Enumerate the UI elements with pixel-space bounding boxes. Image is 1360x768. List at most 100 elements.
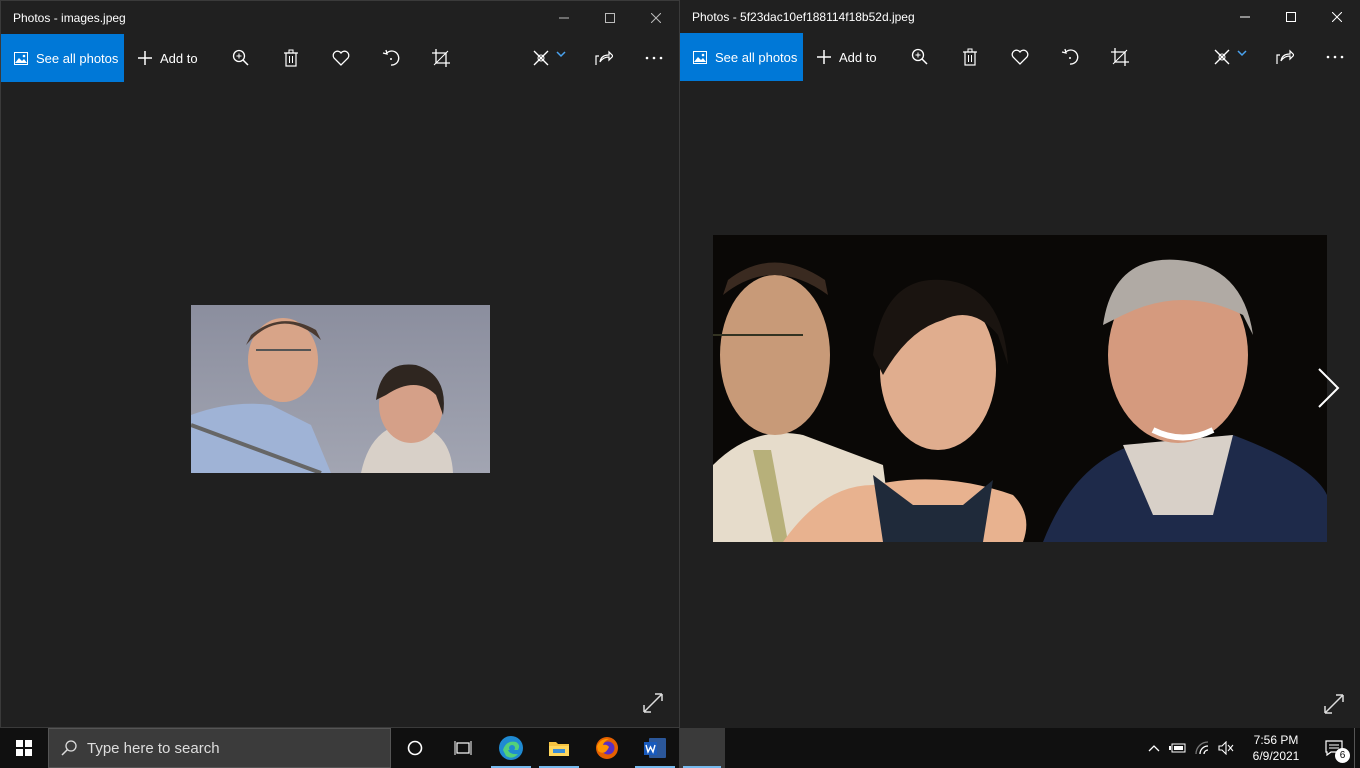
photo-viewer[interactable] [680, 81, 1360, 728]
more-icon [1326, 55, 1344, 59]
taskbar-edge[interactable] [487, 728, 535, 768]
share-button[interactable] [1260, 33, 1310, 81]
taskbar-word[interactable] [631, 728, 679, 768]
taskbar: Type here to search 7:56 PM 6/9/2021 6 [0, 728, 1360, 768]
toolbar: See all photos Add to [1, 34, 679, 82]
zoom-icon [911, 48, 928, 65]
search-icon [61, 740, 77, 756]
chevron-up-icon [1148, 745, 1160, 752]
edit-create-button[interactable] [1200, 33, 1260, 81]
trash-icon [284, 49, 298, 67]
close-button[interactable] [633, 1, 679, 34]
favorite-button[interactable] [995, 33, 1045, 81]
rotate-icon [382, 49, 400, 66]
photos-window-left: Photos - images.jpeg See all photos Add … [0, 0, 680, 728]
word-icon [644, 738, 666, 758]
delete-button[interactable] [945, 33, 995, 81]
volume-muted-icon [1218, 741, 1234, 755]
add-to-label: Add to [160, 50, 198, 66]
taskbar-file-explorer[interactable] [535, 728, 583, 768]
share-icon [595, 50, 613, 65]
see-all-label: See all photos [36, 50, 119, 66]
share-button[interactable] [579, 34, 629, 82]
add-to-label: Add to [839, 49, 877, 65]
photo-image [191, 305, 490, 473]
clock-time: 7:56 PM [1253, 733, 1299, 747]
clock-date: 6/9/2021 [1252, 749, 1300, 763]
photo-image [713, 235, 1327, 542]
window-title: Photos - 5f23dac10ef188114f18b52d.jpeg [692, 9, 915, 24]
cortana-button[interactable] [391, 728, 439, 768]
more-icon [645, 56, 663, 60]
crop-button[interactable] [1095, 33, 1145, 81]
title-bar[interactable]: Photos - 5f23dac10ef188114f18b52d.jpeg [680, 0, 1360, 33]
crop-icon [432, 49, 450, 67]
taskbar-firefox[interactable] [583, 728, 631, 768]
add-to-button[interactable]: Add to [124, 34, 216, 82]
crop-button[interactable] [416, 34, 466, 82]
edit-icon [1214, 49, 1230, 65]
wifi-icon [1195, 741, 1209, 755]
minimize-button[interactable] [541, 1, 587, 34]
edit-icon [533, 50, 549, 66]
heart-icon [332, 50, 350, 66]
plus-icon [817, 50, 831, 64]
start-button[interactable] [0, 728, 48, 768]
windows-logo-icon [16, 740, 32, 756]
see-all-photos-button[interactable]: See all photos [680, 33, 803, 81]
chevron-down-icon [1237, 50, 1247, 57]
window-title: Photos - images.jpeg [13, 10, 126, 25]
action-center-button[interactable]: 6 [1314, 728, 1354, 768]
battery-icon [1169, 743, 1186, 753]
firefox-icon [596, 737, 618, 759]
edge-icon [499, 736, 523, 760]
share-icon [1276, 49, 1294, 64]
folder-icon [549, 742, 569, 756]
cortana-icon [407, 740, 423, 756]
more-options-button[interactable] [1310, 33, 1360, 81]
taskbar-photos[interactable] [679, 728, 725, 768]
system-tray: 7:56 PM 6/9/2021 6 [1142, 728, 1360, 768]
battery-button[interactable] [1166, 728, 1190, 768]
zoom-button[interactable] [895, 33, 945, 81]
delete-button[interactable] [266, 34, 316, 82]
zoom-button[interactable] [216, 34, 266, 82]
volume-button[interactable] [1214, 728, 1238, 768]
maximize-button[interactable] [587, 1, 633, 34]
task-view-button[interactable] [439, 728, 487, 768]
rotate-icon [1061, 48, 1079, 65]
show-desktop-button[interactable] [1354, 728, 1360, 768]
photo-viewer[interactable] [1, 82, 679, 727]
clock[interactable]: 7:56 PM 6/9/2021 [1246, 732, 1306, 764]
photo-icon [14, 51, 28, 65]
search-placeholder: Type here to search [87, 739, 220, 757]
photo-icon [693, 50, 707, 64]
photos-window-right: Photos - 5f23dac10ef188114f18b52d.jpeg S… [680, 0, 1360, 728]
maximize-button[interactable] [1268, 0, 1314, 33]
notification-count-badge: 6 [1335, 748, 1350, 763]
title-bar[interactable]: Photos - images.jpeg [1, 1, 679, 34]
rotate-button[interactable] [1045, 33, 1095, 81]
edit-create-button[interactable] [519, 34, 579, 82]
chevron-down-icon [556, 51, 566, 58]
plus-icon [138, 51, 152, 65]
trash-icon [963, 48, 977, 66]
minimize-button[interactable] [1222, 0, 1268, 33]
toolbar: See all photos Add to [680, 33, 1360, 81]
next-photo-arrow-icon[interactable] [1316, 366, 1342, 410]
rotate-button[interactable] [366, 34, 416, 82]
show-hidden-icons-button[interactable] [1142, 728, 1166, 768]
heart-icon [1011, 49, 1029, 65]
taskbar-search-box[interactable]: Type here to search [48, 728, 391, 768]
zoom-icon [232, 49, 249, 66]
fullscreen-icon[interactable] [1322, 692, 1346, 716]
more-options-button[interactable] [629, 34, 679, 82]
close-button[interactable] [1314, 0, 1360, 33]
fullscreen-icon[interactable] [641, 691, 665, 715]
see-all-label: See all photos [715, 49, 798, 65]
task-view-icon [454, 741, 472, 755]
see-all-photos-button[interactable]: See all photos [1, 34, 124, 82]
add-to-button[interactable]: Add to [803, 33, 895, 81]
favorite-button[interactable] [316, 34, 366, 82]
network-button[interactable] [1190, 728, 1214, 768]
